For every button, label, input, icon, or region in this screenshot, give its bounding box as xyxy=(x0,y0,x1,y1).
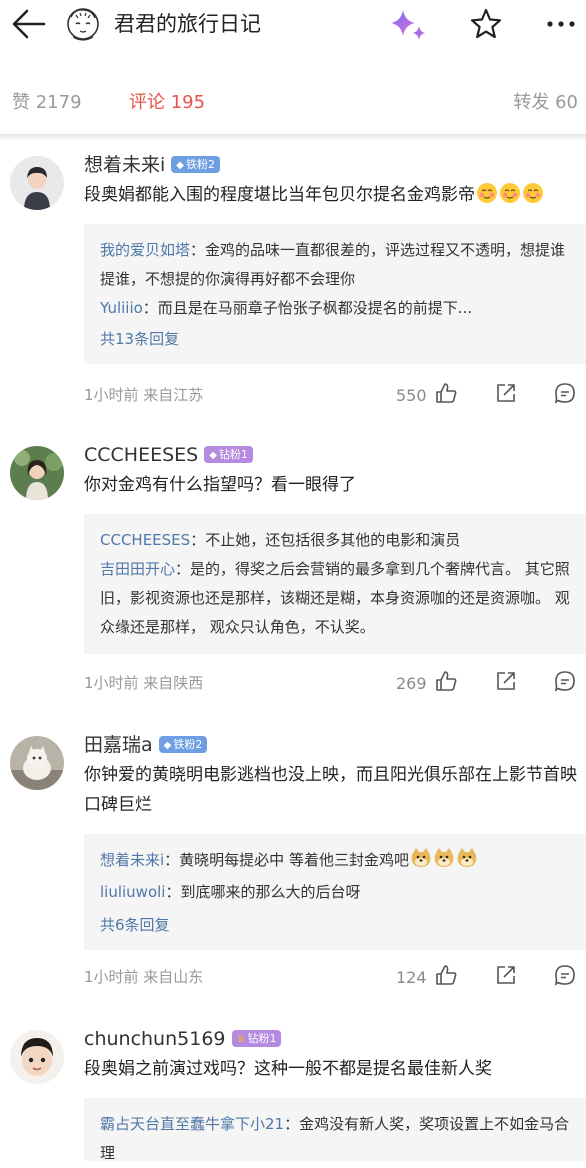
diamond-icon: ◆ xyxy=(209,450,217,461)
blush-emoji-icon xyxy=(522,182,544,204)
thumbs-up-icon[interactable] xyxy=(434,963,458,991)
comment-bubble-icon[interactable] xyxy=(553,963,577,991)
page-title: 君君的旅行日记 xyxy=(114,12,261,36)
comment-text: 段奥娟都能入围的程度堪比当年包贝尔提名金鸡影帝 xyxy=(84,180,580,210)
reply-preview[interactable]: 我的爱贝如塔：金鸡的品味一直都很差的，评选过程又不透明，想提谁提谁，不想提的你演… xyxy=(84,224,586,364)
share-icon[interactable] xyxy=(494,381,518,409)
avatar[interactable] xyxy=(10,156,64,210)
comment-text: 你钟爱的黄晓明电影逃档也没上映，而且阳光俱乐部在上影节首映口碑巨烂 xyxy=(84,765,577,815)
comment-bubble-icon[interactable] xyxy=(553,381,577,409)
diamond-icon: ◆ xyxy=(163,740,172,751)
fan-badge[interactable]: ◆ 钻粉1 xyxy=(204,446,253,463)
comments-tab[interactable]: 评论 195 xyxy=(129,88,205,114)
doge-emoji-icon xyxy=(456,847,478,869)
blush-emoji-icon xyxy=(476,182,498,204)
comment-text: 你对金鸡有什么指望吗？看一眼得了 xyxy=(84,475,356,495)
crown-icon: ♛ xyxy=(236,1034,246,1045)
view-more-replies[interactable]: 共13条回复 xyxy=(100,328,179,349)
reply-item[interactable]: 我的爱贝如塔：金鸡的品味一直都很差的，评选过程又不透明，想提谁提谁，不想提的你演… xyxy=(100,236,570,294)
like-count: 550 xyxy=(396,386,427,405)
reply-item[interactable]: liuliuwoli：到底哪来的那么大的后台呀 xyxy=(100,878,570,907)
comment-text: 段奥娟之前演过戏吗？这种一般不都是提名最佳新人奖 xyxy=(84,1059,492,1079)
avatar[interactable] xyxy=(10,736,64,790)
reply-item[interactable]: 吉田田开心：是的，得奖之后会营销的最多拿到几个奢牌代言。 其它照旧，影视资源也还… xyxy=(100,555,570,642)
avatar[interactable] xyxy=(10,446,64,500)
star-icon[interactable] xyxy=(468,6,504,42)
doge-emoji-icon xyxy=(433,847,455,869)
share-icon[interactable] xyxy=(494,963,518,991)
doge-emoji-icon xyxy=(410,847,432,869)
fan-badge[interactable]: ◆ 铁粉2 xyxy=(158,736,208,753)
comment-username[interactable]: 田嘉瑞a ◆ 铁粉2 xyxy=(84,733,208,757)
comment-meta: 1小时前 来自江苏 xyxy=(84,386,204,404)
comment-meta: 1小时前 来自山东 xyxy=(84,968,204,986)
likes-tab[interactable]: 赞 2179 xyxy=(12,88,82,114)
back-arrow-icon[interactable] xyxy=(10,8,46,40)
top-bar: 君君的旅行日记 xyxy=(0,0,586,50)
reply-item[interactable]: 想着未来i：黄晓明每提必中 等着他三封金鸡吧 xyxy=(100,846,570,875)
fan-badge[interactable]: ◆ 铁粉2 xyxy=(171,156,220,173)
sparkle-icon[interactable] xyxy=(388,7,428,43)
stats-row: 赞 2179 评论 195 转发 60 xyxy=(0,82,586,122)
reply-preview[interactable]: 霸占天台直至蠢牛拿下小21：金鸡没有新人奖，奖项设置上不如金马合理 xyxy=(84,1098,586,1162)
comment-username[interactable]: chunchun5169 ♛ 钻粉1 xyxy=(84,1027,282,1051)
more-icon[interactable] xyxy=(544,10,578,38)
comment-username[interactable]: 想着未来i ◆ 铁粉2 xyxy=(84,153,220,177)
share-icon[interactable] xyxy=(494,669,518,697)
reply-preview[interactable]: 想着未来i：黄晓明每提必中 等着他三封金鸡吧 liuliuwoli：到底哪来的那… xyxy=(84,834,586,950)
like-count: 269 xyxy=(396,674,427,693)
reply-item[interactable]: CCCHEESES：不止她，还包括很多其他的电影和演员 xyxy=(100,526,570,555)
fan-badge[interactable]: ♛ 钻粉1 xyxy=(231,1030,282,1047)
avatar-face-icon[interactable] xyxy=(66,7,100,41)
comment-meta: 1小时前 来自陕西 xyxy=(84,674,204,692)
divider-shadow xyxy=(0,134,586,142)
reply-item[interactable]: 霸占天台直至蠢牛拿下小21：金鸡没有新人奖，奖项设置上不如金马合理 xyxy=(100,1110,570,1168)
comment-bubble-icon[interactable] xyxy=(553,669,577,697)
reposts-tab[interactable]: 转发 60 xyxy=(513,88,578,114)
diamond-icon: ◆ xyxy=(176,160,184,171)
thumbs-up-icon[interactable] xyxy=(434,381,458,409)
reply-item[interactable]: Yuliiio：而且是在马丽章子怡张子枫都没提名的前提下... xyxy=(100,294,570,323)
blush-emoji-icon xyxy=(499,182,521,204)
thumbs-up-icon[interactable] xyxy=(434,669,458,697)
comment-username[interactable]: CCCHEESES ◆ 钻粉1 xyxy=(84,443,253,467)
like-count: 124 xyxy=(396,968,427,987)
avatar[interactable] xyxy=(10,1030,64,1084)
view-more-replies[interactable]: 共6条回复 xyxy=(100,914,170,935)
reply-preview[interactable]: CCCHEESES：不止她，还包括很多其他的电影和演员 吉田田开心：是的，得奖之… xyxy=(84,514,586,654)
